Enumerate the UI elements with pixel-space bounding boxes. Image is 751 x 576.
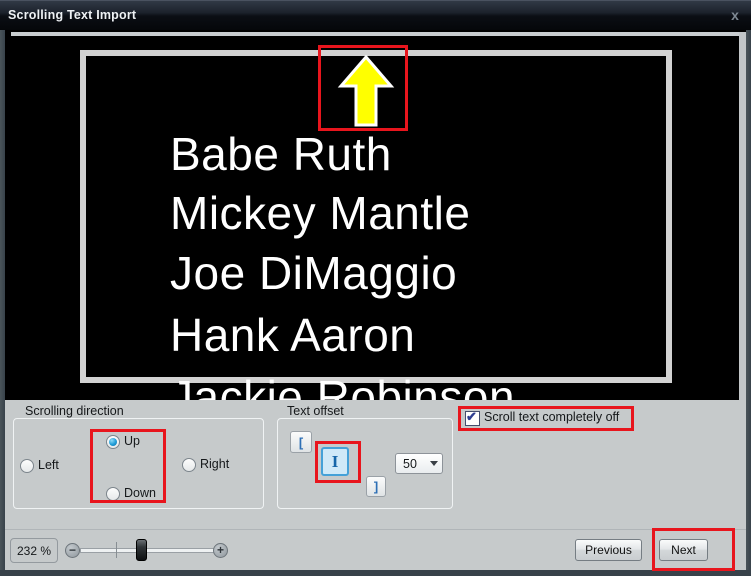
radio-left[interactable] (20, 459, 34, 473)
sign-text-line: Babe Ruth (170, 131, 392, 177)
scrolling-text-import-dialog: Scrolling Text Import x Babe Ruth Mickey… (0, 0, 751, 576)
bottom-separator (5, 529, 746, 530)
window-border-right (746, 30, 751, 576)
previous-button[interactable]: Previous (575, 539, 642, 561)
zoom-slider-tick (116, 542, 117, 558)
annotation-scroll-off-checkbox (458, 406, 634, 431)
scrolling-direction-label: Scrolling direction (22, 404, 127, 418)
zoom-percent-display: 232 % (10, 538, 58, 563)
preview-right-edge (739, 32, 746, 400)
sign-text-line: Hank Aaron (170, 312, 415, 358)
window-border-left (0, 30, 5, 576)
zoom-plus-icon[interactable]: + (213, 543, 228, 558)
zoom-slider-track[interactable] (80, 548, 220, 553)
chevron-down-icon[interactable] (430, 461, 438, 466)
sign-text-line: Mickey Mantle (170, 190, 470, 236)
zoom-minus-icon[interactable]: − (65, 543, 80, 558)
preview-top-edge (11, 32, 741, 36)
annotation-arrow (318, 45, 408, 131)
offset-right-bracket-icon[interactable]: ] (366, 476, 386, 497)
window-border-bottom (0, 570, 751, 576)
annotation-text-cursor-button (315, 441, 361, 483)
sign-text-line: Jackie Robinson (170, 374, 515, 400)
radio-right-label: Right (200, 457, 229, 471)
offset-left-bracket-icon[interactable]: [ (290, 431, 312, 453)
annotation-next-button (652, 528, 735, 571)
offset-value: 50 (403, 457, 417, 471)
close-icon[interactable]: x (725, 5, 745, 25)
annotation-up-down-radios (90, 429, 166, 503)
sign-text-line: Joe DiMaggio (170, 250, 457, 296)
text-offset-label: Text offset (284, 404, 347, 418)
radio-left-label: Left (38, 458, 59, 472)
title-bar: Scrolling Text Import x (0, 0, 751, 30)
window-title: Scrolling Text Import (8, 8, 136, 22)
radio-right[interactable] (182, 458, 196, 472)
zoom-slider-thumb[interactable] (136, 539, 147, 561)
